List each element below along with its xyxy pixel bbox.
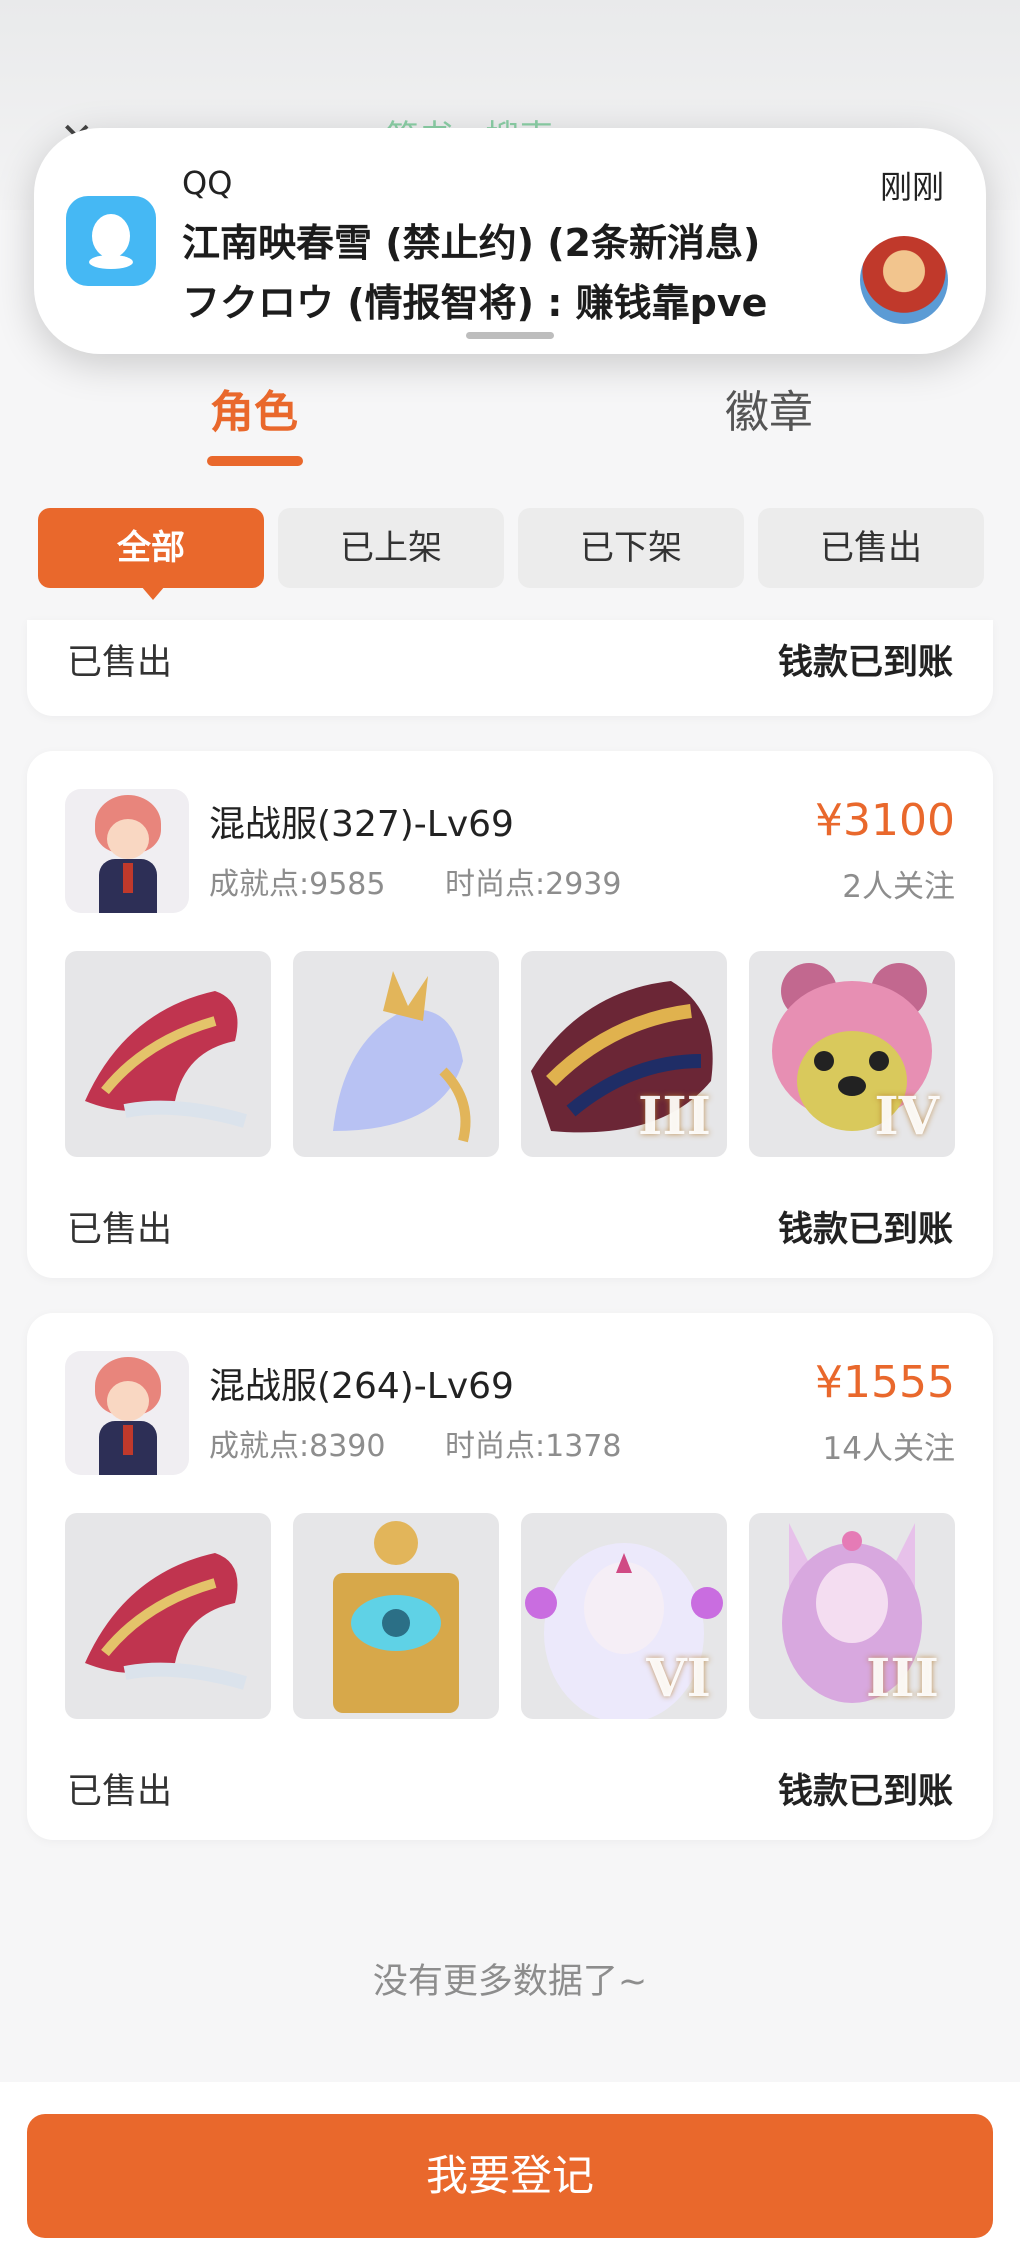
end-of-list-note: 没有更多数据了~ [372, 1962, 648, 2002]
item-gallery: VI III [65, 1513, 955, 1719]
dragon-icon [85, 1553, 247, 1690]
followers-count: 2人关注 [842, 869, 955, 905]
item-image[interactable] [293, 951, 499, 1157]
listing-card[interactable]: 混战服(264)-Lv69 成就点:8390 时尚点:1378 ¥1555 14… [27, 1313, 993, 1840]
tab-badge[interactable]: 徽章 [725, 376, 813, 440]
item-image[interactable]: IV [749, 951, 955, 1157]
item-image[interactable]: III [749, 1513, 955, 1719]
listing-card-partial[interactable]: 已售出 钱款已到账 [27, 620, 993, 716]
server-level: 混战服(327)-Lv69 [209, 804, 514, 845]
item-gallery: III IV [65, 951, 955, 1157]
item-image[interactable]: VI [521, 1513, 727, 1719]
rank-badge: IV [874, 1086, 939, 1147]
achievement-points: 成就点:8390 [209, 1429, 386, 1464]
notification-handle[interactable] [466, 332, 554, 339]
item-image[interactable] [65, 1513, 271, 1719]
notification-line-2: フクロウ (情报智将) : 赚钱靠pve [182, 281, 768, 325]
filter-delisted[interactable]: 已下架 [518, 508, 744, 588]
rank-badge: VI [646, 1648, 711, 1709]
horse-icon [333, 971, 471, 1143]
throne-icon [333, 1521, 459, 1713]
character-avatar [65, 1351, 189, 1475]
price: ¥3100 [815, 795, 955, 846]
fashion-points: 时尚点:1378 [445, 1429, 622, 1464]
rank-badge: III [638, 1086, 711, 1147]
item-image[interactable] [293, 1513, 499, 1719]
dragon-icon [85, 991, 247, 1128]
sale-status: 已售出 [67, 1772, 173, 1812]
filter-bar: 全部 已上架 已下架 已售出 [38, 508, 984, 600]
payment-status: 钱款已到账 [777, 643, 953, 683]
server-level: 混战服(264)-Lv69 [209, 1366, 514, 1407]
achievement-points: 成就点:9585 [209, 867, 386, 902]
tab-indicator [207, 456, 303, 466]
tab-role[interactable]: 角色 [210, 376, 298, 440]
tab-bar: 角色 徽章 [0, 360, 1020, 470]
sale-status: 已售出 [67, 643, 173, 683]
sale-status: 已售出 [67, 1210, 173, 1250]
filter-sold[interactable]: 已售出 [758, 508, 984, 588]
qq-app-icon [66, 196, 156, 286]
payment-status: 钱款已到账 [777, 1772, 953, 1812]
fashion-points: 时尚点:2939 [445, 867, 622, 902]
register-button[interactable]: 我要登记 [27, 2114, 993, 2238]
character-avatar [65, 789, 189, 913]
notification-app-name: QQ [182, 164, 233, 202]
qq-notification[interactable]: QQ 刚刚 江南映春雪 (禁止约) (2条新消息) フクロウ (情报智将) : … [34, 128, 986, 354]
followers-count: 14人关注 [822, 1431, 955, 1467]
payment-status: 钱款已到账 [777, 1210, 953, 1250]
notification-line-1: 江南映春雪 (禁止约) (2条新消息) [182, 221, 761, 265]
notification-time: 刚刚 [879, 168, 944, 206]
sender-avatar [860, 236, 948, 324]
price: ¥1555 [815, 1357, 955, 1408]
filter-listed[interactable]: 已上架 [278, 508, 504, 588]
item-image[interactable]: III [521, 951, 727, 1157]
rank-badge: III [866, 1648, 939, 1709]
item-image[interactable] [65, 951, 271, 1157]
filter-all[interactable]: 全部 [38, 508, 264, 600]
listing-card[interactable]: 混战服(327)-Lv69 成就点:9585 时尚点:2939 ¥3100 2人… [27, 751, 993, 1278]
